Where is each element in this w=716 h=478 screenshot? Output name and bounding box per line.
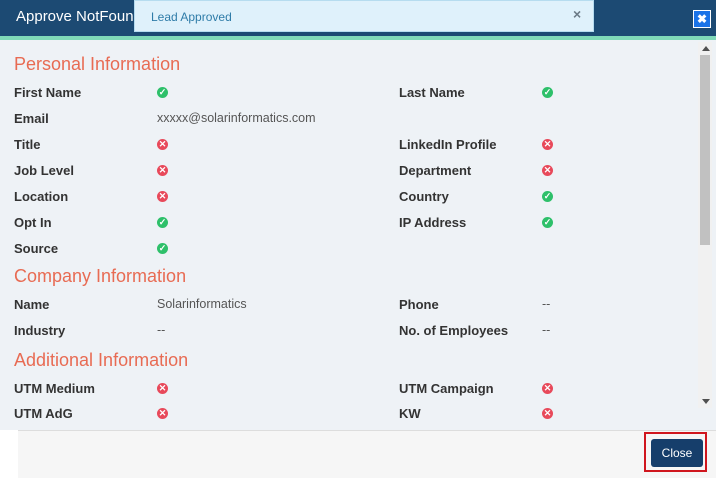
check-icon: ✓ [542, 87, 553, 98]
check-icon: ✓ [542, 217, 553, 228]
section-heading-company: Company Information [14, 266, 187, 286]
label-utm-medium: UTM Medium [14, 381, 95, 396]
cross-icon: ✕ [157, 139, 168, 150]
label-job-level: Job Level [14, 163, 74, 178]
scrollbar-thumb[interactable] [700, 55, 710, 245]
cross-icon: ✕ [542, 383, 553, 394]
toast-notification: Lead Approved × [134, 0, 594, 32]
label-title: Title [14, 137, 41, 152]
section-heading-personal: Personal Information [14, 54, 181, 74]
label-industry: Industry [14, 323, 66, 338]
section-heading-additional: Additional Information [14, 350, 189, 370]
dialog-close-icon[interactable]: ✖ [693, 10, 711, 28]
value-industry: -- [157, 323, 166, 337]
label-last-name: Last Name [399, 85, 465, 100]
label-country: Country [399, 189, 449, 204]
check-icon: ✓ [157, 87, 168, 98]
check-icon: ✓ [157, 243, 168, 254]
check-icon: ✓ [157, 217, 168, 228]
label-utm-campaign: UTM Campaign [399, 381, 494, 396]
label-linkedin-profile: LinkedIn Profile [399, 137, 497, 152]
cross-icon: ✕ [157, 165, 168, 176]
label-ip-address: IP Address [399, 215, 467, 230]
cross-icon: ✕ [157, 408, 168, 419]
label-location: Location [14, 189, 69, 204]
value-company-name: Solarinformatics [157, 297, 247, 311]
label-email: Email [14, 111, 49, 126]
label-first-name: First Name [14, 85, 82, 100]
value-employees: -- [542, 323, 551, 337]
toast-close-icon[interactable]: × [573, 6, 581, 22]
value-phone: -- [542, 297, 551, 311]
dialog-title: Approve NotFound [16, 8, 142, 25]
scroll-up-arrow-icon[interactable] [702, 46, 710, 51]
check-icon: ✓ [542, 191, 553, 202]
dialog-footer [18, 430, 716, 478]
label-opt-in: Opt In [14, 215, 52, 230]
cross-icon: ✕ [542, 165, 553, 176]
label-source: Source [14, 241, 59, 256]
dialog-body: Personal Information First Name ✓ Last N… [0, 40, 716, 430]
scroll-down-arrow-icon[interactable] [702, 399, 710, 404]
close-button[interactable]: Close [651, 439, 703, 467]
cross-icon: ✕ [542, 408, 553, 419]
label-department: Department [399, 163, 472, 178]
label-kw: KW [399, 406, 421, 421]
label-utm-adg: UTM AdG [14, 406, 73, 421]
cross-icon: ✕ [157, 191, 168, 202]
cross-icon: ✕ [542, 139, 553, 150]
label-company-name: Name [14, 297, 50, 312]
label-employees: No. of Employees [399, 323, 509, 338]
cross-icon: ✕ [157, 383, 168, 394]
value-email: xxxxx@solarinformatics.com [157, 111, 316, 125]
label-phone: Phone [399, 297, 439, 312]
toast-message: Lead Approved [151, 10, 232, 24]
